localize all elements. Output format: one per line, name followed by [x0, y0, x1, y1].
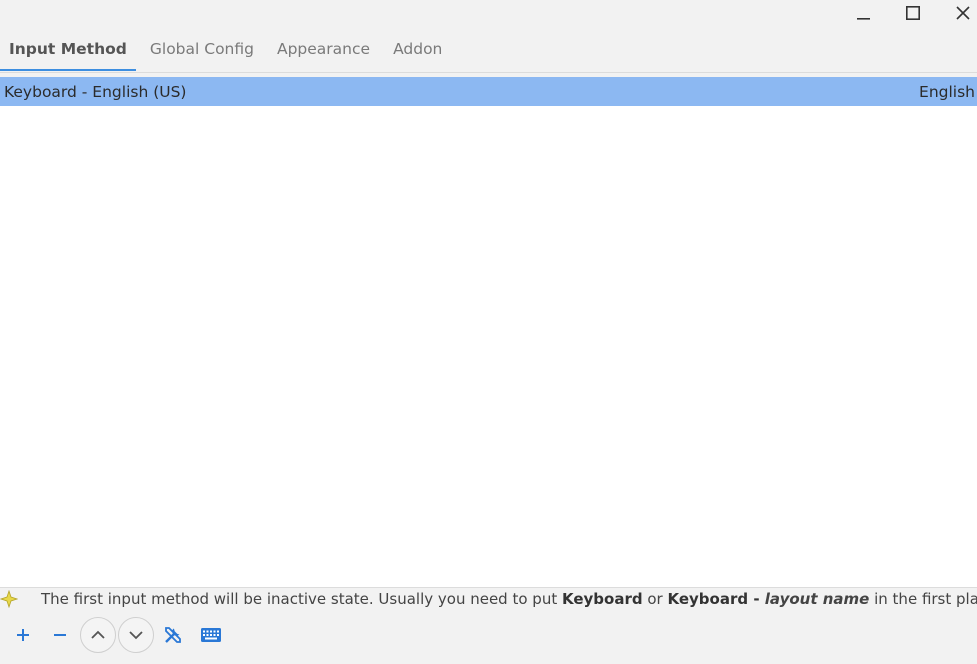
title-bar	[0, 0, 977, 28]
tab-separator	[0, 72, 977, 73]
move-up-button[interactable]	[80, 617, 116, 653]
hint-text-suffix: in the first place.	[874, 590, 977, 608]
tab-addon[interactable]: Addon	[384, 34, 451, 72]
tab-bar: Input Method Global Config Appearance Ad…	[0, 34, 456, 72]
maximize-icon	[905, 5, 920, 20]
add-input-method-button[interactable]	[5, 617, 41, 653]
minimize-button[interactable]	[848, 0, 880, 26]
add-icon	[17, 629, 29, 641]
remove-input-method-button[interactable]	[42, 617, 78, 653]
list-item[interactable]: Keyboard - English (US) English	[0, 77, 977, 106]
remove-icon	[54, 634, 66, 636]
input-method-list[interactable]: Keyboard - English (US) English	[0, 77, 977, 587]
bottom-toolbar	[0, 612, 977, 658]
tab-appearance[interactable]: Appearance	[268, 34, 379, 72]
keyboard-layout-icon	[201, 628, 221, 642]
hint-bar: The first input method will be inactive …	[0, 587, 977, 610]
close-button[interactable]	[947, 0, 977, 26]
hint-text-keyboard-layout: Keyboard -	[667, 590, 765, 608]
close-icon	[956, 6, 970, 20]
move-up-icon	[91, 630, 105, 639]
configure-input-method-button[interactable]	[155, 617, 191, 653]
keyboard-layout-button[interactable]	[193, 617, 229, 653]
hint-text-middle: or	[642, 590, 668, 608]
tab-global-config[interactable]: Global Config	[141, 34, 263, 72]
hint-text: The first input method will be inactive …	[41, 590, 977, 608]
input-method-name: Keyboard - English (US)	[4, 82, 187, 101]
hint-text-prefix: The first input method will be inactive …	[41, 590, 562, 608]
move-down-icon	[129, 631, 143, 640]
hint-text-keyboard: Keyboard	[561, 590, 643, 608]
maximize-button[interactable]	[897, 0, 929, 26]
tab-input-method[interactable]: Input Method	[0, 34, 136, 72]
minimize-icon	[857, 18, 870, 20]
configure-icon	[165, 627, 181, 643]
move-down-button[interactable]	[118, 617, 154, 653]
hint-text-layout-name: layout name	[764, 590, 870, 608]
input-method-language: English	[919, 82, 975, 101]
hint-star-icon	[0, 589, 19, 612]
fcitx-config-window: Input Method Global Config Appearance Ad…	[0, 0, 977, 664]
